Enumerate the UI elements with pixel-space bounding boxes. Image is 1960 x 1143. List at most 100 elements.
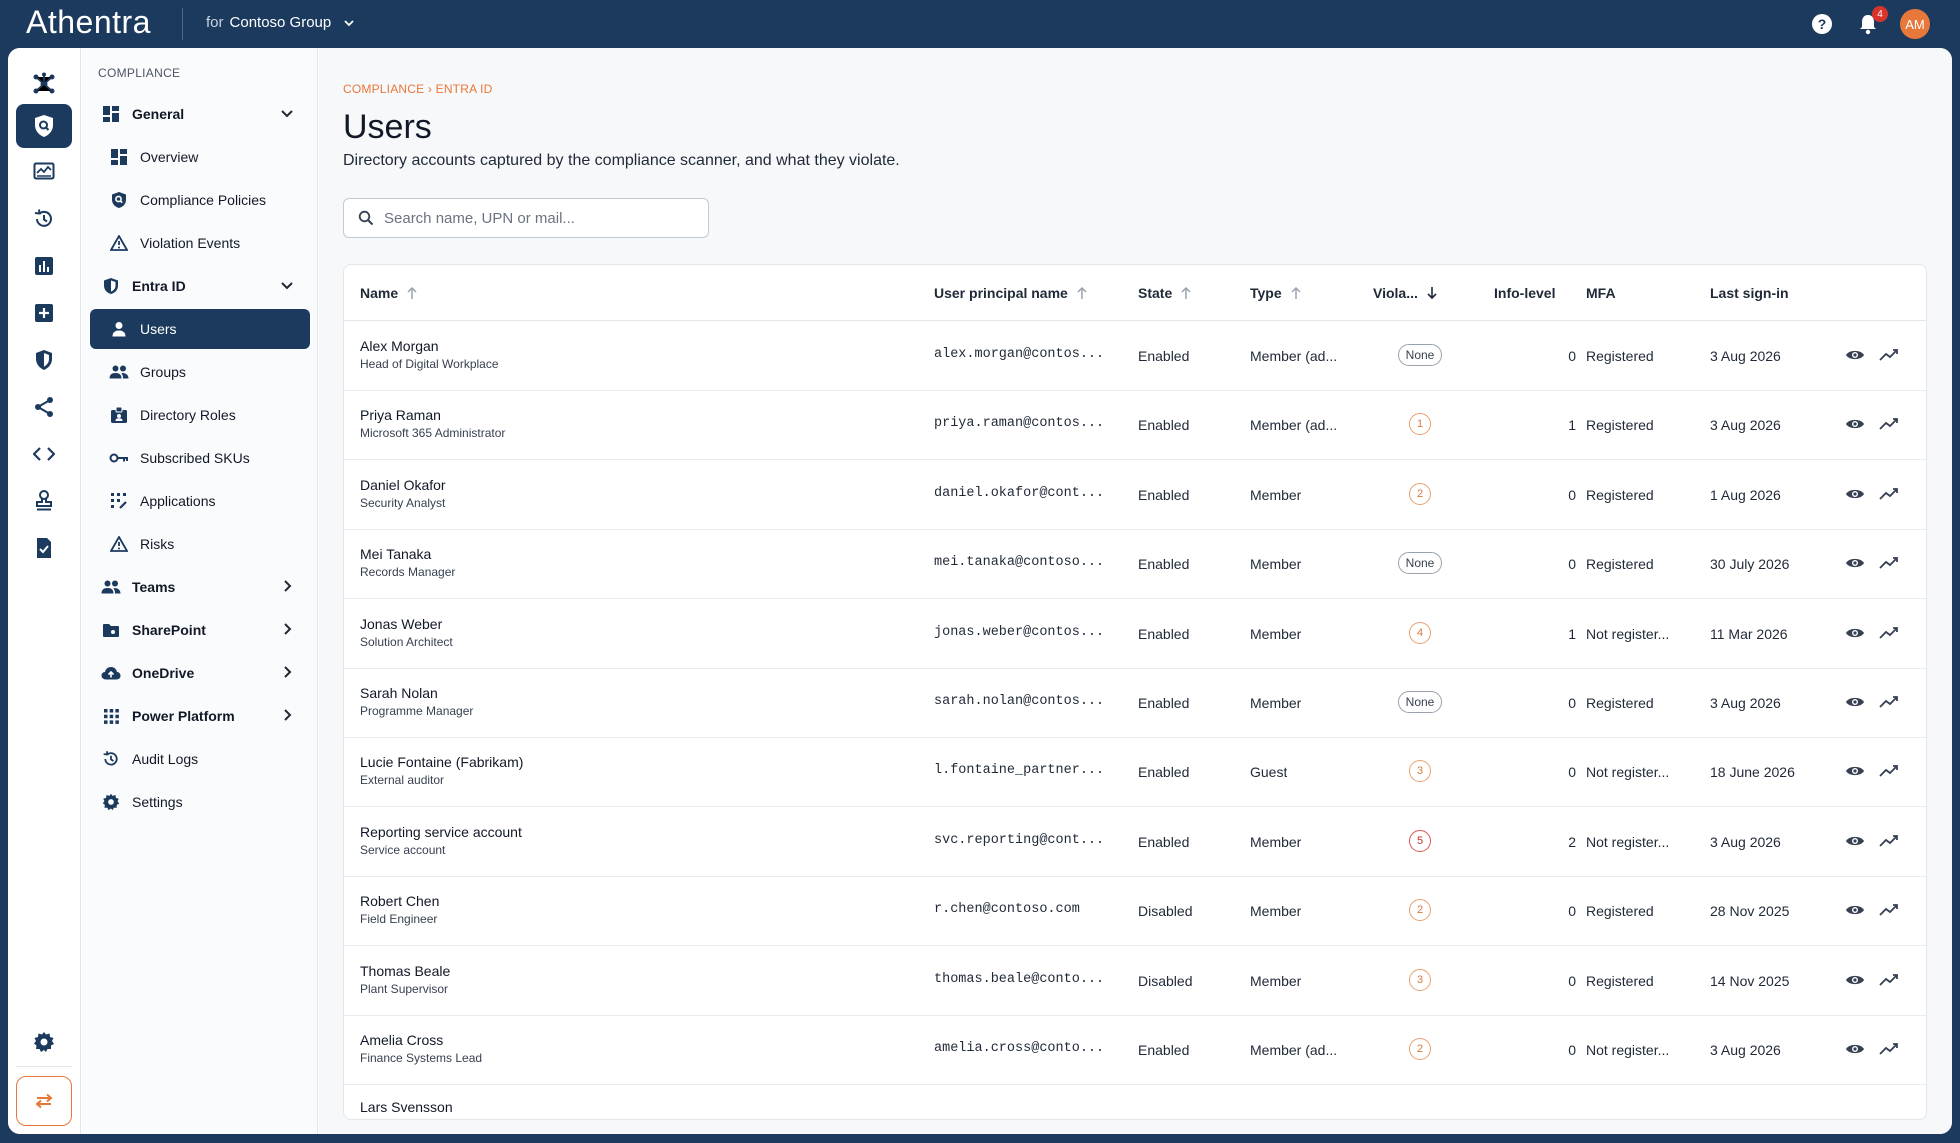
org-switcher[interactable]: for Contoso Group	[206, 14, 355, 31]
search-icon	[358, 210, 374, 226]
org-name: Contoso Group	[229, 14, 332, 31]
column-header-upn[interactable]: User principal name	[934, 285, 1088, 301]
user-name: Sarah Nolan	[360, 685, 438, 701]
rail-compliance[interactable]	[16, 104, 72, 148]
switch-tenant-button[interactable]	[16, 1076, 72, 1126]
rail-history[interactable]	[16, 197, 72, 241]
column-header-mfa[interactable]: MFA	[1586, 285, 1616, 301]
nav-item-users[interactable]: Users	[90, 309, 310, 349]
info-level-cell: 0	[1568, 486, 1576, 503]
rail-share[interactable]	[16, 385, 72, 429]
user-trend-button[interactable]	[1878, 691, 1900, 713]
view-user-button[interactable]	[1844, 622, 1866, 644]
column-label: Info-level	[1494, 285, 1556, 301]
column-header-last-sign-in[interactable]: Last sign-in	[1710, 285, 1789, 301]
user-trend-button[interactable]	[1878, 760, 1900, 782]
table-row[interactable]: Mei Tanaka Records Manager mei.tanaka@cont…	[344, 530, 1926, 600]
rail-security[interactable]	[16, 338, 72, 382]
search-input[interactable]	[384, 209, 684, 227]
user-trend-button[interactable]	[1878, 483, 1900, 505]
user-trend-button[interactable]	[1878, 899, 1900, 921]
nav-item-settings[interactable]: Settings	[90, 782, 310, 822]
type-cell: Member (ad...	[1250, 1042, 1338, 1058]
table-row[interactable]: Alex Morgan Head of Digital Workplace alex…	[344, 322, 1926, 391]
view-user-button[interactable]	[1844, 691, 1866, 713]
nav-item-groups[interactable]: Groups	[90, 352, 310, 392]
rail-add[interactable]	[16, 291, 72, 335]
user-trend-button[interactable]	[1878, 969, 1900, 991]
type-cell: Member	[1250, 833, 1302, 850]
column-header-info-level[interactable]: Info-level	[1494, 285, 1555, 301]
table-row[interactable]: Robert Chen Field Engineer r.chen@contoso.…	[344, 877, 1926, 947]
view-user-button[interactable]	[1844, 483, 1866, 505]
user-trend-button[interactable]	[1878, 622, 1900, 644]
user-trend-button[interactable]	[1878, 344, 1900, 366]
view-user-button[interactable]	[1844, 413, 1866, 435]
column-header-state[interactable]: State	[1138, 285, 1192, 301]
nav-group-teams[interactable]: Teams	[90, 567, 310, 607]
nav-group-sharepoint[interactable]: SharePoint	[90, 610, 310, 650]
checklist-icon	[37, 538, 51, 558]
user-name: Jonas Weber	[360, 615, 443, 632]
table-row[interactable]: Sarah Nolan Programme Manager sarah.nolan@…	[344, 669, 1926, 738]
view-user-button[interactable]	[1844, 552, 1866, 574]
sort-down-icon	[1427, 287, 1437, 300]
table-row[interactable]: Daniel Okafor Security Analyst daniel.okaf…	[344, 461, 1926, 530]
search-box[interactable]	[343, 198, 709, 238]
rail-analytics[interactable]	[16, 244, 72, 288]
breadcrumb[interactable]: COMPLIANCE › ENTRA ID	[343, 82, 493, 96]
column-header-name[interactable]: Name	[360, 285, 418, 301]
column-header-type[interactable]: Type	[1250, 285, 1302, 301]
nav-item-label: Users	[140, 321, 177, 337]
type-cell: Member	[1250, 972, 1302, 989]
nav-item-violation-events[interactable]: Violation Events	[90, 223, 310, 263]
nav-group-onedrive[interactable]: OneDrive	[90, 653, 310, 693]
view-user-button[interactable]	[1844, 969, 1866, 991]
user-trend-button[interactable]	[1878, 413, 1900, 435]
table-row[interactable]: Amelia Cross Finance Systems Lead amelia.c…	[344, 1016, 1926, 1085]
name-cell: Alex Morgan Head of Digital Workplace	[360, 338, 880, 371]
eye-icon	[1846, 350, 1864, 360]
view-user-button[interactable]	[1844, 760, 1866, 782]
view-user-button[interactable]	[1844, 899, 1866, 921]
row-actions	[1844, 622, 1900, 644]
user-trend-button[interactable]	[1878, 1038, 1900, 1060]
user-trend-button[interactable]	[1878, 830, 1900, 852]
column-header-violations[interactable]: Viola...	[1373, 285, 1438, 301]
table-row[interactable]: Reporting service account Service account…	[344, 808, 1926, 877]
view-user-button[interactable]	[1844, 344, 1866, 366]
user-avatar[interactable]: AM	[1900, 9, 1930, 39]
nav-item-subscribed-skus[interactable]: Subscribed SKUs	[90, 438, 310, 478]
mfa-cell: Not register...	[1586, 764, 1670, 781]
folder-icon	[103, 623, 119, 637]
help-button[interactable]: ?	[1808, 10, 1836, 38]
rail-code[interactable]	[16, 432, 72, 476]
table-row[interactable]: Thomas Beale Plant Supervisor thomas.beale…	[344, 947, 1926, 1016]
nav-item-label: Settings	[132, 794, 183, 810]
nav-group-power-platform[interactable]: Power Platform	[90, 696, 310, 736]
brand-logo[interactable]: Athentra	[26, 4, 151, 41]
user-job-title: Security Analyst	[360, 495, 446, 510]
nav-group-general[interactable]: General	[90, 94, 310, 134]
rail-hub[interactable]	[16, 62, 72, 106]
nav-item-directory-roles[interactable]: Directory Roles	[90, 395, 310, 435]
table-row[interactable]: Jonas Weber Solution Architect jonas.weber…	[344, 600, 1926, 669]
rail-stamp[interactable]	[16, 479, 72, 523]
notifications-button[interactable]: 4	[1854, 6, 1888, 38]
table-row[interactable]: Lucie Fontaine (Fabrikam) External audito…	[344, 738, 1926, 808]
view-user-button[interactable]	[1844, 830, 1866, 852]
nav-item-compliance-policies[interactable]: Compliance Policies	[90, 180, 310, 220]
nav-item-audit-logs[interactable]: Audit Logs	[90, 739, 310, 779]
user-trend-button[interactable]	[1878, 552, 1900, 574]
nav-item-applications[interactable]: Applications	[90, 481, 310, 521]
rail-settings[interactable]	[16, 1020, 72, 1064]
rail-checklist[interactable]	[16, 526, 72, 570]
nav-item-risks[interactable]: Risks	[90, 524, 310, 564]
last-sign-in-cell: 18 June 2026	[1710, 764, 1795, 781]
view-user-button[interactable]	[1844, 1038, 1866, 1060]
nav-group-entra-id[interactable]: Entra ID	[90, 266, 310, 306]
rail-monitor[interactable]	[16, 150, 72, 194]
table-row-partial[interactable]: Lars Svensson	[360, 1099, 453, 1115]
table-row[interactable]: Priya Raman Microsoft 365 Administrator pr…	[344, 391, 1926, 461]
nav-item-overview[interactable]: Overview	[90, 137, 310, 177]
